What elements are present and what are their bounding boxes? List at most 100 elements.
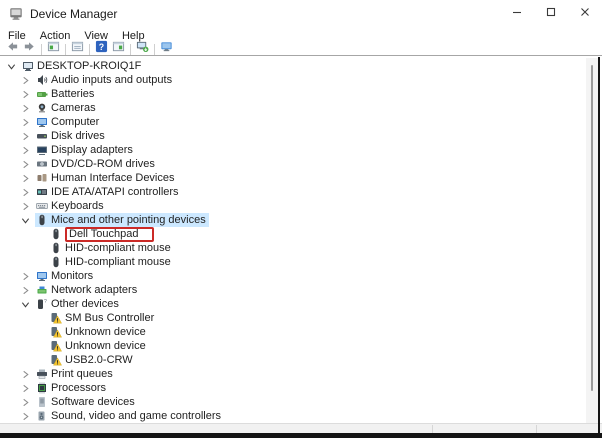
tree-item-label: Other devices xyxy=(51,298,119,310)
tree-item-cameras[interactable]: Cameras xyxy=(0,101,585,115)
camera-icon xyxy=(36,102,48,114)
unknown-device-icon: ? xyxy=(36,298,48,310)
tree-item-unknown-device[interactable]: Unknown device xyxy=(0,325,585,339)
toolbar-separator xyxy=(41,43,42,55)
chevron-right-icon[interactable] xyxy=(20,383,30,393)
tree-item-label: IDE ATA/ATAPI controllers xyxy=(51,186,179,198)
chevron-right-icon[interactable] xyxy=(20,187,30,197)
chevron-right-icon[interactable] xyxy=(20,75,30,85)
mouse-icon xyxy=(50,242,62,254)
tree-item-body: Network adapters xyxy=(35,283,140,297)
tree-item-sm-bus-controller[interactable]: SM Bus Controller xyxy=(0,311,585,325)
chevron-right-icon[interactable] xyxy=(20,271,30,281)
vertical-scrollbar[interactable] xyxy=(586,58,598,423)
tree-item-software-devices[interactable]: Software devices xyxy=(0,395,585,409)
title-bar: Device Manager xyxy=(0,0,602,28)
tree-item-hid-compliant-mouse[interactable]: HID-compliant mouse xyxy=(0,255,585,269)
tree-item-sound-video-and-game-controllers[interactable]: Sound, video and game controllers xyxy=(0,409,585,423)
chevron-right-icon[interactable] xyxy=(20,89,30,99)
tree-item-label: Unknown device xyxy=(65,340,146,352)
chevron-right-icon[interactable] xyxy=(20,369,30,379)
chevron-right-icon[interactable] xyxy=(20,397,30,407)
tree-item-body: Dell Touchpad xyxy=(49,226,157,242)
tree-item-label: Unknown device xyxy=(65,326,146,338)
tree-item-ide-ata-atapi-controllers[interactable]: IDE ATA/ATAPI controllers xyxy=(0,185,585,199)
tree-item-human-interface-devices[interactable]: Human Interface Devices xyxy=(0,171,585,185)
close-button[interactable] xyxy=(568,0,602,28)
chevron-down-icon[interactable] xyxy=(20,299,30,309)
tree-item-print-queues[interactable]: Print queues xyxy=(0,367,585,381)
forward-arrow-icon xyxy=(23,40,36,58)
audio-icon xyxy=(36,74,48,86)
scrollbar-thumb[interactable] xyxy=(591,65,593,391)
tree-item-body: Unknown device xyxy=(49,325,149,339)
tree-item-keyboards[interactable]: Keyboards xyxy=(0,199,585,213)
chevron-right-icon[interactable] xyxy=(20,117,30,127)
chevron-right-icon[interactable] xyxy=(20,145,30,155)
tree-item-label: Mice and other pointing devices xyxy=(51,214,206,226)
tree-item-mice-and-other-pointing-devices[interactable]: Mice and other pointing devices xyxy=(0,213,585,227)
tree-item-processors[interactable]: Processors xyxy=(0,381,585,395)
tree-item-computer[interactable]: Computer xyxy=(0,115,585,129)
chevron-right-icon[interactable] xyxy=(20,173,30,183)
maximize-button[interactable] xyxy=(534,0,568,28)
tree-item-unknown-device[interactable]: Unknown device xyxy=(0,339,585,353)
devices-button[interactable] xyxy=(158,42,175,56)
tree-item-body: Cameras xyxy=(35,101,99,115)
tree-item-other-devices[interactable]: ? Other devices xyxy=(0,297,585,311)
chevron-right-icon[interactable] xyxy=(20,201,30,211)
chevron-down-icon[interactable] xyxy=(6,61,16,71)
chevron-down-icon[interactable] xyxy=(20,215,30,225)
tree-item-hid-compliant-mouse[interactable]: HID-compliant mouse xyxy=(0,241,585,255)
show-action-pane-button[interactable] xyxy=(110,41,127,56)
tree-item-label: Processors xyxy=(51,382,107,394)
chevron-right-icon[interactable] xyxy=(20,131,30,141)
chevron-right-icon[interactable] xyxy=(20,103,30,113)
ide-icon xyxy=(36,186,48,198)
tree-item-monitors[interactable]: Monitors xyxy=(0,269,585,283)
scan-hardware-changes-button[interactable] xyxy=(134,40,151,58)
help-button[interactable]: ? xyxy=(93,40,110,56)
tree-item-body: HID-compliant mouse xyxy=(49,241,174,255)
toolbar-separator xyxy=(89,43,90,55)
minimize-button[interactable] xyxy=(500,0,534,28)
forward-button[interactable] xyxy=(21,40,38,58)
tree-item-label: HID-compliant mouse xyxy=(65,256,171,268)
tree-item-audio-inputs-and-outputs[interactable]: Audio inputs and outputs xyxy=(0,73,585,87)
chevron-right-icon[interactable] xyxy=(20,159,30,169)
tree-item-dvd-cd-rom-drives[interactable]: DVD/CD-ROM drives xyxy=(0,157,585,171)
properties-button[interactable] xyxy=(69,41,86,56)
console-tree-icon xyxy=(47,40,60,58)
tree-item-label: Sound, video and game controllers xyxy=(51,410,221,422)
monitor-icon xyxy=(36,116,48,128)
tree-item-body: Batteries xyxy=(35,87,97,101)
tree-item-display-adapters[interactable]: Display adapters xyxy=(0,143,585,157)
tree-item-disk-drives[interactable]: Disk drives xyxy=(0,129,585,143)
window-frame-right xyxy=(598,57,600,438)
close-icon xyxy=(579,5,591,23)
chevron-right-icon[interactable] xyxy=(20,411,30,421)
tree-item-body: ? Other devices xyxy=(35,297,122,311)
tree-item-desktop-kroiq1f[interactable]: DESKTOP-KROIQ1F xyxy=(0,59,585,73)
tree-item-batteries[interactable]: Batteries xyxy=(0,87,585,101)
tree-item-body: Mice and other pointing devices xyxy=(35,213,209,227)
scan-hardware-icon xyxy=(136,40,149,58)
mouse-icon xyxy=(36,214,48,226)
show-console-tree-button[interactable] xyxy=(45,40,62,58)
tree-item-usb2-0-crw[interactable]: USB2.0-CRW xyxy=(0,353,585,367)
device-manager-app-icon xyxy=(8,6,24,22)
tree-item-network-adapters[interactable]: Network adapters xyxy=(0,283,585,297)
tree-item-body: Print queues xyxy=(35,367,116,381)
warning-icon xyxy=(50,354,62,366)
chevron-right-icon[interactable] xyxy=(20,285,30,295)
tree-item-body: Monitors xyxy=(35,269,96,283)
hid-icon xyxy=(36,172,48,184)
tree-item-dell-touchpad[interactable]: Dell Touchpad xyxy=(0,226,585,242)
tree-item-label: USB2.0-CRW xyxy=(65,354,133,366)
tree-item-body: Keyboards xyxy=(35,199,107,213)
back-button[interactable] xyxy=(4,42,21,56)
